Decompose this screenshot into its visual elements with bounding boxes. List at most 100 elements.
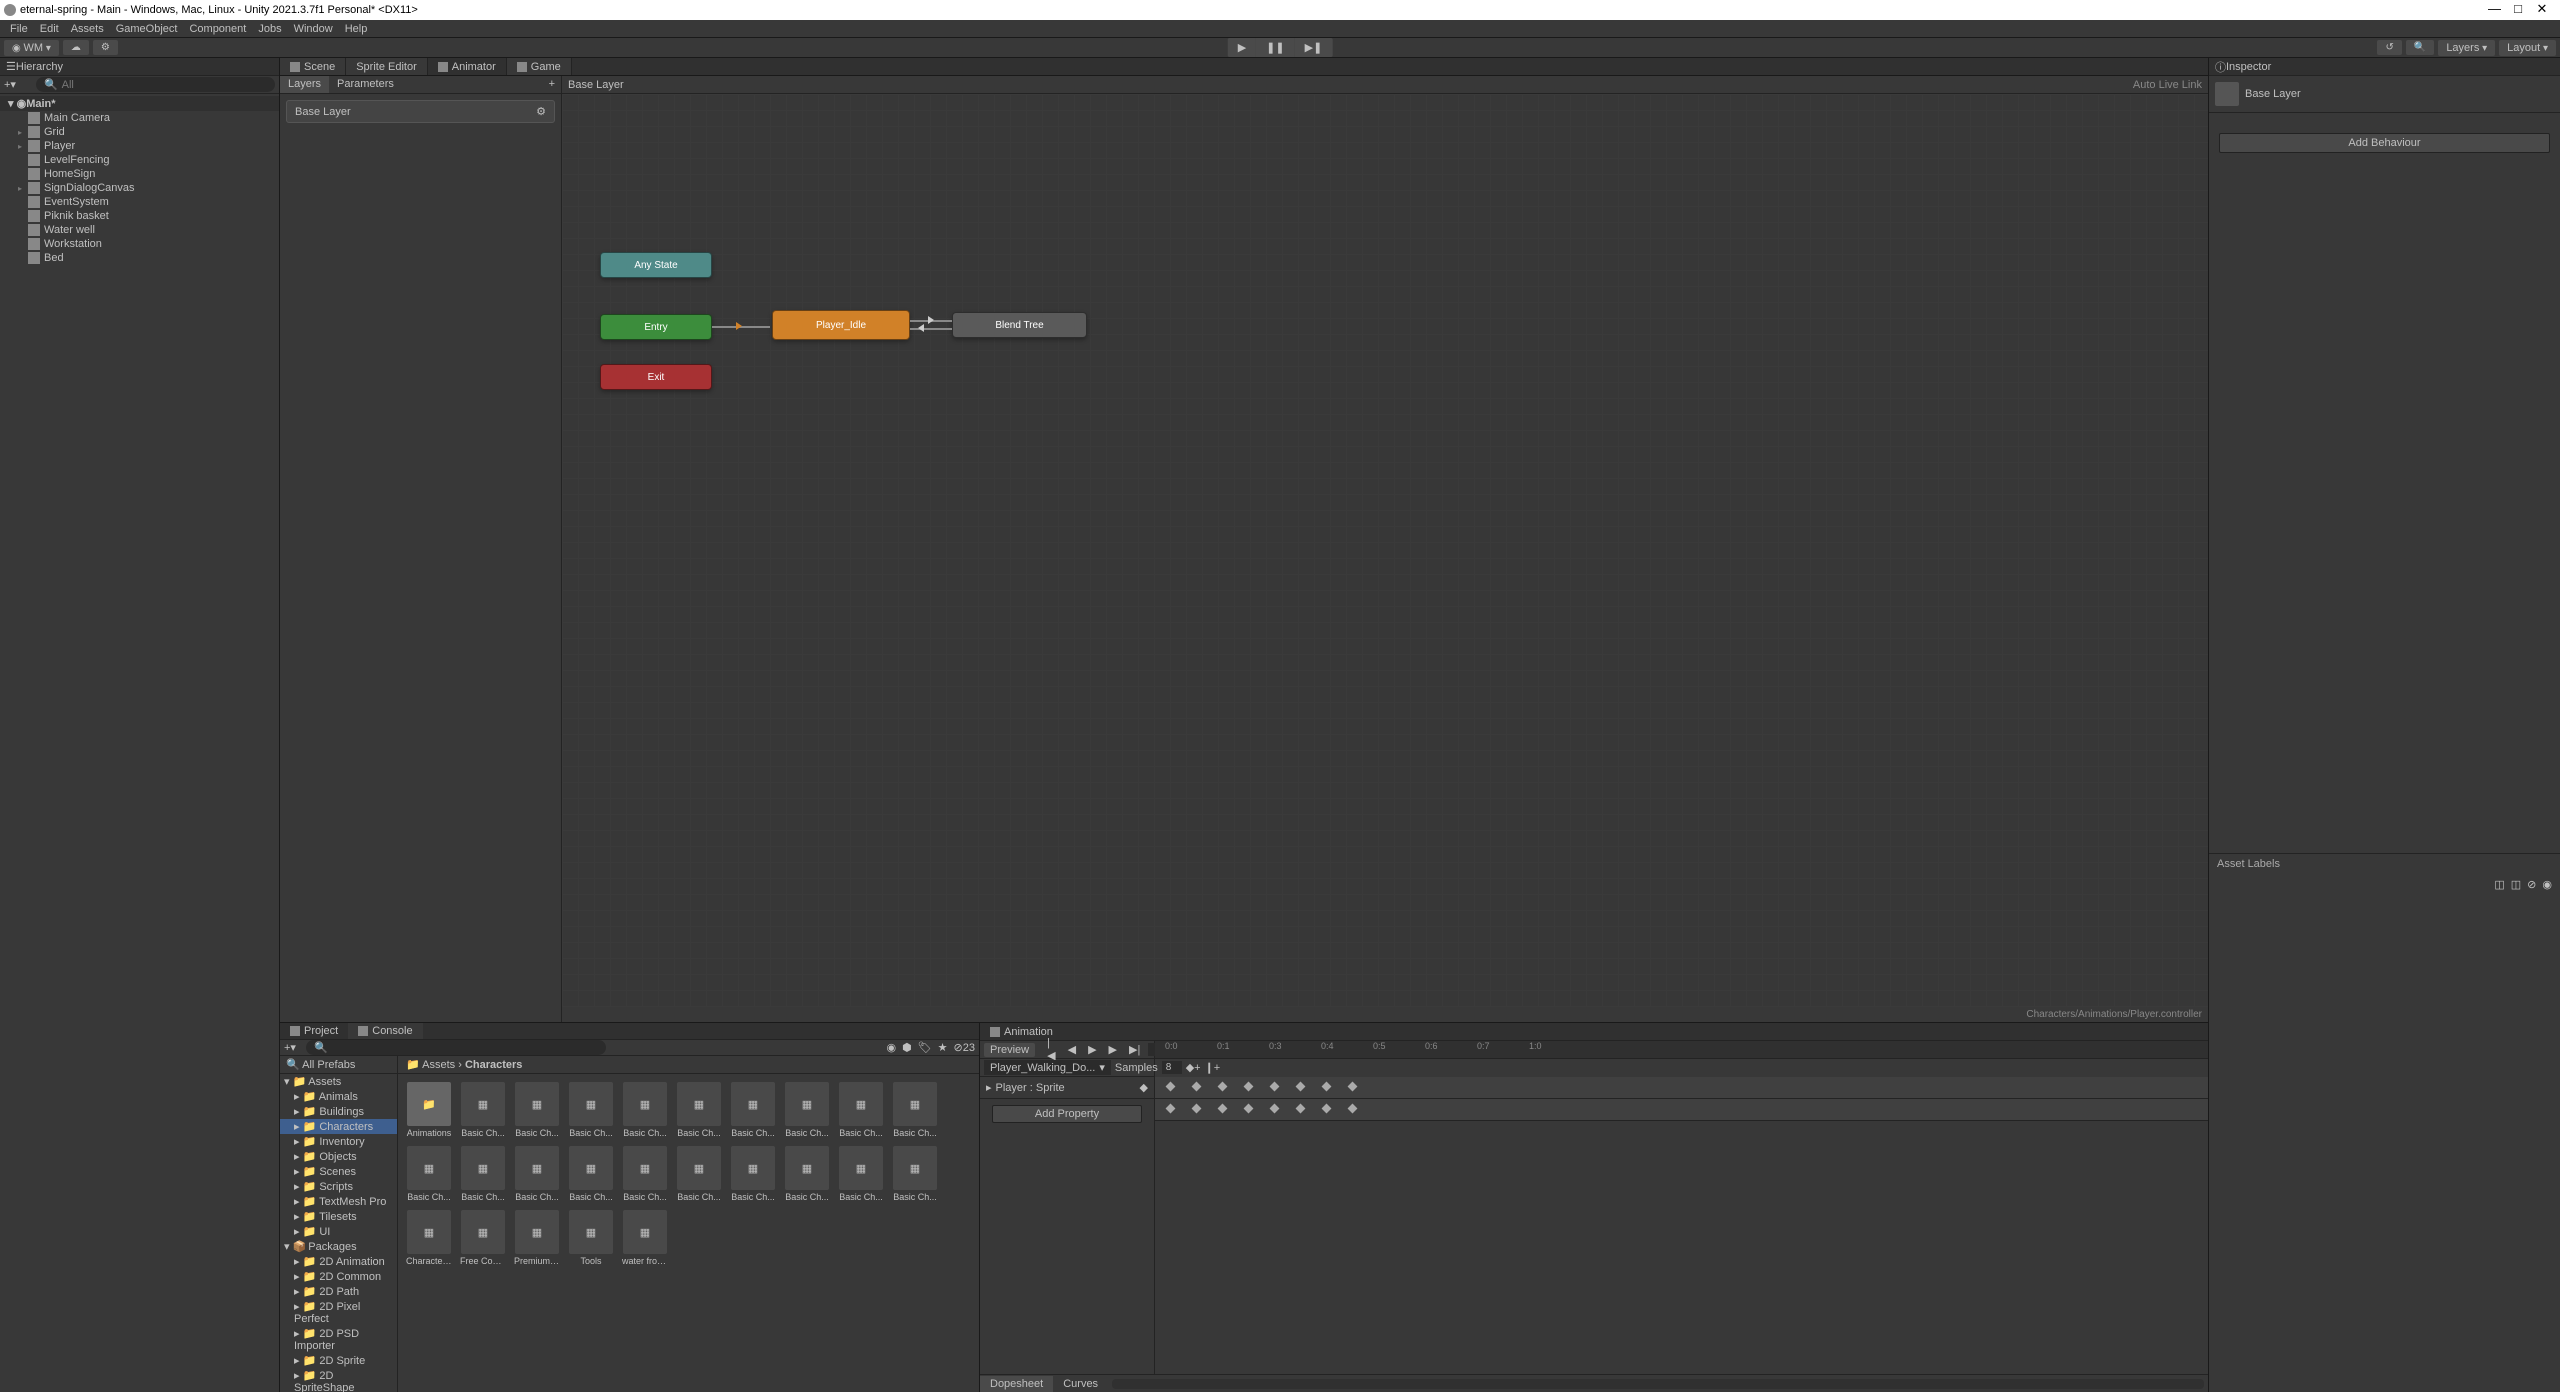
asset-item[interactable]: ▦Basic Ch... bbox=[838, 1146, 884, 1202]
create-dropdown[interactable]: +▾ bbox=[4, 78, 16, 91]
keyframe[interactable] bbox=[1166, 1104, 1176, 1114]
gear-icon[interactable]: ⚙ bbox=[536, 105, 546, 118]
assetbundle-icon3[interactable]: ⊘ bbox=[2527, 878, 2536, 891]
assetbundle-icon4[interactable]: ◉ bbox=[2542, 878, 2552, 891]
menu-file[interactable]: File bbox=[4, 23, 34, 35]
filter-type-button[interactable]: ⬢ bbox=[902, 1041, 912, 1054]
add-property-button[interactable]: Add Property bbox=[992, 1105, 1142, 1123]
project-search[interactable]: 🔍 bbox=[306, 1040, 606, 1055]
folder-item[interactable]: ▸ 📁 UI bbox=[280, 1224, 397, 1239]
keyframe[interactable] bbox=[1348, 1082, 1358, 1092]
state-exit[interactable]: Exit bbox=[600, 364, 712, 390]
keyframe[interactable] bbox=[1244, 1104, 1254, 1114]
menu-gameobject[interactable]: GameObject bbox=[110, 23, 184, 35]
folder-item[interactable]: ▸ 📁 Buildings bbox=[280, 1104, 397, 1119]
hierarchy-item[interactable]: HomeSign bbox=[0, 167, 279, 181]
animator-layer-base[interactable]: Base Layer ⚙ bbox=[286, 100, 555, 123]
package-item[interactable]: ▸ 📁 2D SpriteShape bbox=[280, 1368, 397, 1392]
keyframe[interactable] bbox=[1322, 1104, 1332, 1114]
pause-button[interactable]: ❚❚ bbox=[1256, 38, 1294, 57]
transition-blend-idle[interactable] bbox=[910, 328, 952, 330]
folder-item[interactable]: ▸ 📁 Scenes bbox=[280, 1164, 397, 1179]
layout-dropdown[interactable]: Layout ▾ bbox=[2499, 40, 2556, 56]
hierarchy-search[interactable]: 🔍 All bbox=[36, 77, 275, 92]
hidden-packages[interactable]: ⊘23 bbox=[954, 1041, 975, 1054]
last-frame-button[interactable]: ▶| bbox=[1125, 1042, 1144, 1057]
keyframe[interactable] bbox=[1218, 1104, 1228, 1114]
preview-button[interactable]: Preview bbox=[984, 1043, 1035, 1057]
layers-dropdown[interactable]: Layers ▾ bbox=[2438, 40, 2495, 56]
package-item[interactable]: ▸ 📁 2D Path bbox=[280, 1284, 397, 1299]
keyframe-track[interactable] bbox=[1155, 1077, 2208, 1099]
create-asset-dropdown[interactable]: +▾ bbox=[284, 1041, 296, 1054]
asset-item[interactable]: ▦Basic Ch... bbox=[838, 1082, 884, 1138]
timeline-area[interactable] bbox=[1155, 1077, 2208, 1374]
tree-packages-root[interactable]: ▾ 📦 Packages bbox=[280, 1239, 397, 1254]
project-tab[interactable]: Project bbox=[280, 1023, 348, 1039]
menu-edit[interactable]: Edit bbox=[34, 23, 65, 35]
state-player-idle[interactable]: Player_Idle bbox=[772, 310, 910, 340]
hierarchy-item[interactable]: ▸Player bbox=[0, 139, 279, 153]
tab-animator[interactable]: Animator bbox=[428, 58, 507, 75]
asset-item[interactable]: ▦Basic Ch... bbox=[514, 1082, 560, 1138]
asset-item[interactable]: ▦Basic Ch... bbox=[730, 1082, 776, 1138]
folder-item[interactable]: ▸ 📁 Tilesets bbox=[280, 1209, 397, 1224]
play-animation-button[interactable]: ▶ bbox=[1084, 1042, 1100, 1057]
hierarchy-item[interactable]: Water well bbox=[0, 223, 279, 237]
curves-button[interactable]: Curves bbox=[1053, 1376, 1108, 1392]
keyframe[interactable] bbox=[1244, 1082, 1254, 1092]
asset-item[interactable]: ▦Tools bbox=[568, 1210, 614, 1266]
hierarchy-tab[interactable]: ☰ Hierarchy bbox=[0, 58, 279, 76]
dopesheet-button[interactable]: Dopesheet bbox=[980, 1376, 1053, 1392]
add-layer-button[interactable]: + bbox=[543, 76, 561, 93]
keyframe[interactable] bbox=[1296, 1104, 1306, 1114]
asset-item[interactable]: ▦Basic Ch... bbox=[892, 1146, 938, 1202]
property-row-sprite[interactable]: ▸ Player : Sprite ◆ bbox=[980, 1077, 1154, 1099]
menu-help[interactable]: Help bbox=[339, 23, 374, 35]
folder-item[interactable]: ▸ 📁 Characters bbox=[280, 1119, 397, 1134]
timeline-ruler[interactable]: 0:00:10:30:40:50:60:71:0 bbox=[1155, 1041, 2208, 1059]
keyframe[interactable] bbox=[1192, 1104, 1202, 1114]
console-tab[interactable]: Console bbox=[348, 1023, 422, 1039]
account-button[interactable]: ◉ WM ▾ bbox=[4, 40, 59, 56]
folder-item[interactable]: ▸ 📁 TextMesh Pro bbox=[280, 1194, 397, 1209]
keyframe[interactable] bbox=[1218, 1082, 1228, 1092]
keyframe-track-sprite[interactable] bbox=[1155, 1099, 2208, 1121]
auto-live-link[interactable]: Auto Live Link bbox=[2133, 79, 2202, 91]
search-button[interactable]: 🔍 bbox=[2406, 40, 2434, 55]
asset-item[interactable]: ▦Basic Ch... bbox=[460, 1146, 506, 1202]
asset-item[interactable]: ▦Basic Ch... bbox=[730, 1146, 776, 1202]
cloud-button[interactable]: ☁ bbox=[63, 40, 89, 55]
keyframe[interactable] bbox=[1192, 1082, 1202, 1092]
asset-item[interactable]: ▦water from... bbox=[622, 1210, 668, 1266]
asset-item[interactable]: ▦Basic Ch... bbox=[622, 1082, 668, 1138]
prev-frame-button[interactable]: ◀ bbox=[1064, 1042, 1080, 1057]
asset-item[interactable]: ▦Basic Ch... bbox=[784, 1082, 830, 1138]
asset-item[interactable]: ▦Premium C... bbox=[514, 1210, 560, 1266]
inspector-tab[interactable]: ⓘ Inspector bbox=[2209, 58, 2560, 76]
first-frame-button[interactable]: |◀ bbox=[1043, 1036, 1059, 1063]
hierarchy-item[interactable]: Main Camera bbox=[0, 111, 279, 125]
keyframe[interactable] bbox=[1322, 1082, 1332, 1092]
hierarchy-item[interactable]: ▸Grid bbox=[0, 125, 279, 139]
hierarchy-item[interactable]: Piknik basket bbox=[0, 209, 279, 223]
asset-item[interactable]: ▦Basic Ch... bbox=[676, 1146, 722, 1202]
step-button[interactable]: ▶❚ bbox=[1295, 38, 1333, 57]
clip-dropdown[interactable]: Player_Walking_Do...▾ bbox=[984, 1060, 1111, 1075]
animator-graph[interactable]: Any State Entry Exit Player_Idle Blend T… bbox=[562, 94, 2208, 1007]
folder-item[interactable]: ▸ 📁 Scripts bbox=[280, 1179, 397, 1194]
asset-item[interactable]: ▦Basic Ch... bbox=[622, 1146, 668, 1202]
add-keyframe-button[interactable]: ◆+ bbox=[1186, 1061, 1201, 1074]
asset-item[interactable]: 📁Animations bbox=[406, 1082, 452, 1138]
next-frame-button[interactable]: ▶ bbox=[1105, 1042, 1121, 1057]
add-behaviour-button[interactable]: Add Behaviour bbox=[2219, 133, 2550, 153]
package-item[interactable]: ▸ 📁 2D Pixel Perfect bbox=[280, 1299, 397, 1326]
parameters-tab[interactable]: Parameters bbox=[329, 76, 402, 93]
state-any-state[interactable]: Any State bbox=[600, 252, 712, 278]
layers-tab[interactable]: Layers bbox=[280, 76, 329, 93]
hierarchy-item[interactable]: Workstation bbox=[0, 237, 279, 251]
tab-scene[interactable]: Scene bbox=[280, 58, 346, 75]
state-entry[interactable]: Entry bbox=[600, 314, 712, 340]
asset-item[interactable]: ▦Basic Ch... bbox=[514, 1146, 560, 1202]
play-button[interactable]: ▶ bbox=[1228, 38, 1256, 57]
